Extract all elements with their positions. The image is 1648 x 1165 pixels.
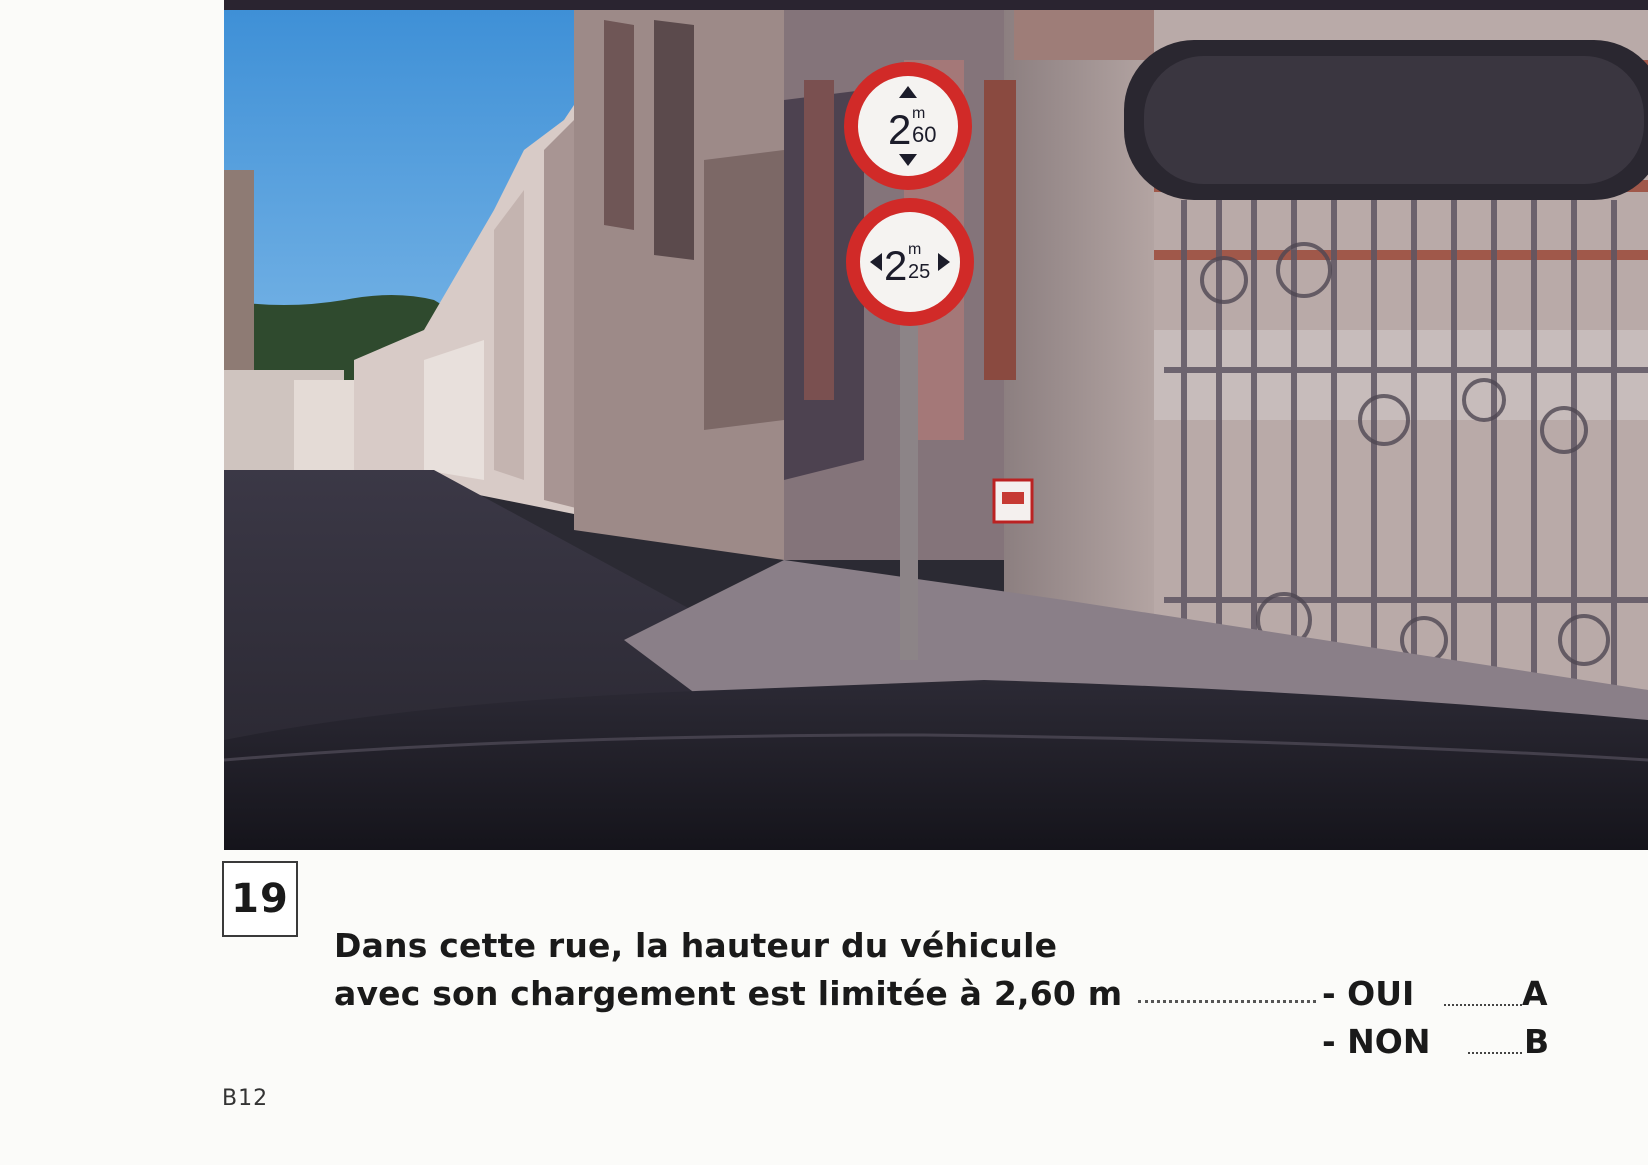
sign2-unit: m xyxy=(908,241,921,258)
page-code: B12 xyxy=(222,1086,269,1111)
option-non-dots xyxy=(1468,1050,1522,1054)
street-scene-illustration: 2 m 60 2 m 25 xyxy=(224,0,1648,850)
question-text-line2: avec son chargement est limitée à 2,60 m xyxy=(334,974,1123,1013)
option-non-label: - NON xyxy=(1322,1022,1431,1061)
leader-dots xyxy=(1138,998,1316,1003)
option-oui-dots xyxy=(1444,1002,1522,1006)
option-oui-label: - OUI xyxy=(1322,974,1415,1013)
question-number: 19 xyxy=(222,861,298,937)
option-non-letter: B xyxy=(1524,1022,1550,1061)
option-oui-letter: A xyxy=(1522,974,1548,1013)
street-photo: 2 m 60 2 m 25 xyxy=(224,0,1648,850)
sign2-value: 2 xyxy=(884,242,907,289)
question-text-line1: Dans cette rue, la hauteur du véhicule xyxy=(334,926,1058,965)
sign1-unit: m xyxy=(912,105,925,122)
sign1-decimal: 60 xyxy=(912,122,936,147)
sign1-value: 2 xyxy=(888,106,911,153)
sign2-decimal: 25 xyxy=(908,261,930,283)
height-limit-sign: 2 m 60 xyxy=(844,62,972,190)
width-limit-sign: 2 m 25 xyxy=(846,198,974,326)
